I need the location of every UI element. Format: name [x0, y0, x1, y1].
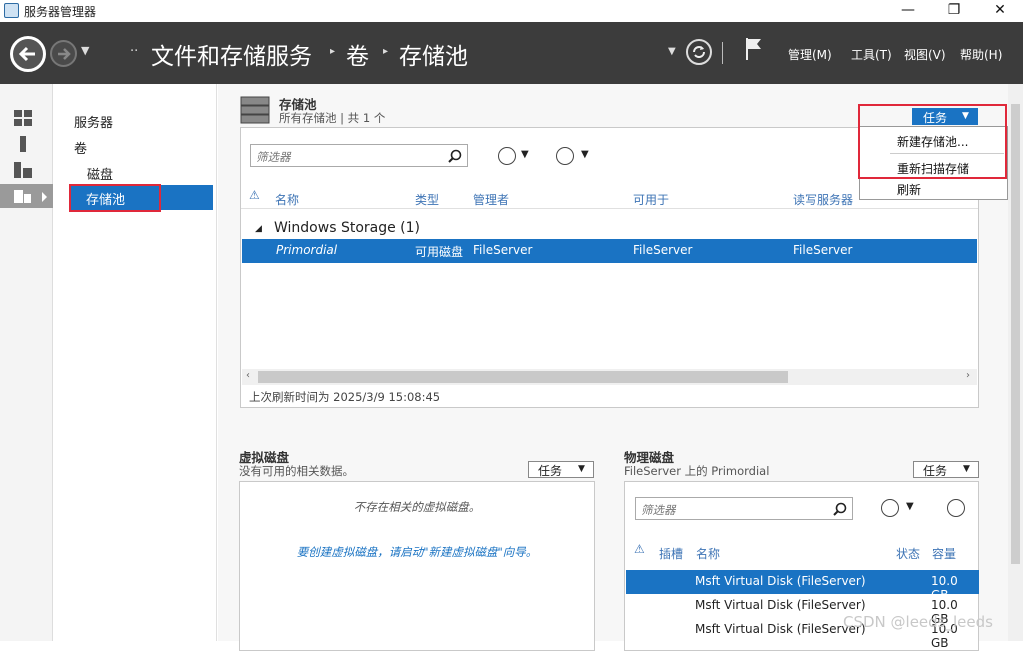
file-storage-icon [14, 190, 47, 203]
maximize-button[interactable]: ❐ [931, 0, 977, 22]
dropdown-arrow-icon[interactable]: ▼ [581, 149, 589, 160]
search-icon [833, 502, 847, 516]
window-title: 服务器管理器 [24, 5, 97, 19]
virtual-disks-grid: 不存在相关的虚拟磁盘。 要创建虚拟磁盘，请启动"新建虚拟磁盘"向导。 [239, 481, 595, 651]
local-server-icon[interactable] [14, 136, 32, 152]
menu-manage[interactable]: 管理(M) [788, 46, 832, 63]
refresh-button[interactable] [686, 39, 712, 65]
virtual-disks-tasks-button[interactable]: 任务 ▼ [528, 461, 594, 478]
row-type: 可用磁盘 [415, 245, 464, 259]
breadcrumb-prefix: ·· [130, 44, 139, 59]
tasks-label: 任务 [538, 464, 563, 478]
column-status[interactable]: 状态 [896, 545, 920, 562]
scrollbar-thumb[interactable] [258, 371, 788, 383]
column-available[interactable]: 可用于 [633, 191, 669, 208]
arrow-right-icon [58, 48, 71, 60]
horizontal-scrollbar[interactable]: ‹ › [242, 369, 977, 385]
breadcrumb-dropdown-icon[interactable]: ▼ [668, 46, 676, 57]
dropdown-arrow-icon[interactable]: ▼ [906, 501, 914, 512]
dropdown-arrow-icon: ▼ [578, 464, 585, 474]
refresh-icon [693, 46, 705, 58]
dropdown-arrow-icon: ▼ [963, 464, 970, 474]
breadcrumb-file-storage[interactable]: 文件和存储服务 [151, 37, 312, 71]
column-capacity[interactable]: 容量 [932, 545, 956, 562]
collapse-group-icon[interactable]: ◢ [255, 224, 262, 234]
column-rw-server[interactable]: 读写服务器 [793, 191, 853, 208]
watermark: CSDN @leeds_leeds [843, 613, 993, 631]
scroll-right-icon[interactable]: › [966, 370, 970, 381]
storage-pool-icon [240, 95, 270, 125]
dropdown-arrow-icon[interactable]: ▼ [521, 149, 529, 160]
physical-column-header-row: ⚠ 插槽 名称 状态 容量 [625, 539, 978, 565]
row-name: Primordial [276, 243, 338, 257]
subnav-item-servers[interactable]: 服务器 [74, 112, 113, 131]
row-manager: FileServer [473, 243, 533, 257]
expand-icon[interactable] [947, 499, 965, 517]
column-name[interactable]: 名称 [275, 191, 299, 208]
physical-filter-input[interactable]: 筛选器 [635, 497, 853, 520]
pools-filter-input[interactable]: 筛选器 [250, 144, 468, 167]
tasks-label: 任务 [923, 464, 948, 478]
search-icon [448, 149, 462, 163]
list-options-icon[interactable] [881, 499, 899, 517]
file-storage-services-nav[interactable] [0, 184, 53, 208]
filter-placeholder: 筛选器 [256, 150, 291, 164]
table-row[interactable]: Primordial 可用磁盘 FileServer FileServer Fi… [242, 239, 977, 263]
subnav-item-disks[interactable]: 磁盘 [87, 164, 113, 183]
table-row[interactable]: Msft Virtual Disk (FileServer) 10.0 GB [626, 570, 979, 602]
column-slot[interactable]: 插槽 [659, 545, 683, 562]
column-type[interactable]: 类型 [415, 191, 439, 208]
notifications-flag-icon[interactable] [744, 36, 764, 65]
menu-help[interactable]: 帮助(H) [960, 46, 1002, 63]
arrow-left-icon [18, 46, 35, 62]
row-rw-server: FileServer [793, 243, 853, 257]
list-options-icon[interactable] [498, 147, 516, 165]
save-query-icon[interactable] [556, 147, 574, 165]
breadcrumb-separator-icon: ▸ [383, 46, 389, 57]
forward-button[interactable] [50, 40, 77, 67]
pools-subtitle: 所有存储池 | 共 1 个 [279, 111, 386, 125]
last-refresh-text: 上次刷新时间为 2025/3/9 15:08:45 [249, 390, 441, 404]
close-button[interactable]: ✕ [977, 0, 1023, 22]
disk-name: Msft Virtual Disk (FileServer) [695, 622, 866, 636]
menu-view[interactable]: 视图(V) [904, 46, 946, 63]
breadcrumb-separator-icon: ▸ [330, 46, 336, 57]
menu-item-refresh[interactable]: 刷新 [897, 181, 921, 198]
header-bar: ▼ ·· 文件和存储服务 ▸ 卷 ▸ 存储池 ▼ 管理(M) 工具(T) 视图(… [0, 22, 1023, 84]
scroll-left-icon[interactable]: ‹ [246, 370, 250, 381]
disk-name: Msft Virtual Disk (FileServer) [695, 574, 866, 588]
disk-name: Msft Virtual Disk (FileServer) [695, 598, 866, 612]
divider [722, 42, 723, 64]
new-virtual-disk-link[interactable]: 要创建虚拟磁盘，请启动"新建虚拟磁盘"向导。 [240, 544, 594, 560]
row-available: FileServer [633, 243, 693, 257]
back-button[interactable] [10, 36, 46, 72]
virtual-disks-subtitle: 没有可用的相关数据。 [239, 464, 354, 478]
warning-column-icon[interactable]: ⚠ [249, 188, 260, 202]
column-name[interactable]: 名称 [696, 545, 720, 562]
history-dropdown-icon[interactable]: ▼ [81, 44, 89, 57]
menu-tools[interactable]: 工具(T) [851, 46, 892, 63]
left-rail [0, 84, 53, 641]
breadcrumb-storage-pools[interactable]: 存储池 [399, 37, 468, 71]
column-manager[interactable]: 管理者 [473, 191, 509, 208]
physical-disks-tasks-button[interactable]: 任务 ▼ [913, 461, 979, 478]
scrollbar-thumb[interactable] [1011, 104, 1020, 564]
highlight-box [69, 184, 161, 212]
warning-column-icon[interactable]: ⚠ [634, 542, 645, 556]
highlight-box [858, 104, 1007, 179]
server-manager-icon [4, 3, 19, 18]
empty-message: 不存在相关的虚拟磁盘。 [353, 500, 481, 514]
breadcrumb-volumes[interactable]: 卷 [346, 37, 369, 71]
minimize-button[interactable]: — [885, 0, 931, 22]
group-header[interactable]: Windows Storage (1) [274, 220, 420, 236]
filter-placeholder: 筛选器 [641, 503, 676, 517]
subnav-panel: 服务器 卷 磁盘 [54, 84, 217, 641]
vertical-scrollbar[interactable] [1008, 84, 1023, 641]
subnav-item-volumes[interactable]: 卷 [74, 138, 87, 157]
all-servers-icon[interactable] [14, 162, 32, 178]
physical-disks-subtitle: FileServer 上的 Primordial [624, 464, 770, 478]
title-bar: 服务器管理器 — ❐ ✕ [0, 0, 1023, 22]
dashboard-icon[interactable] [14, 110, 32, 126]
